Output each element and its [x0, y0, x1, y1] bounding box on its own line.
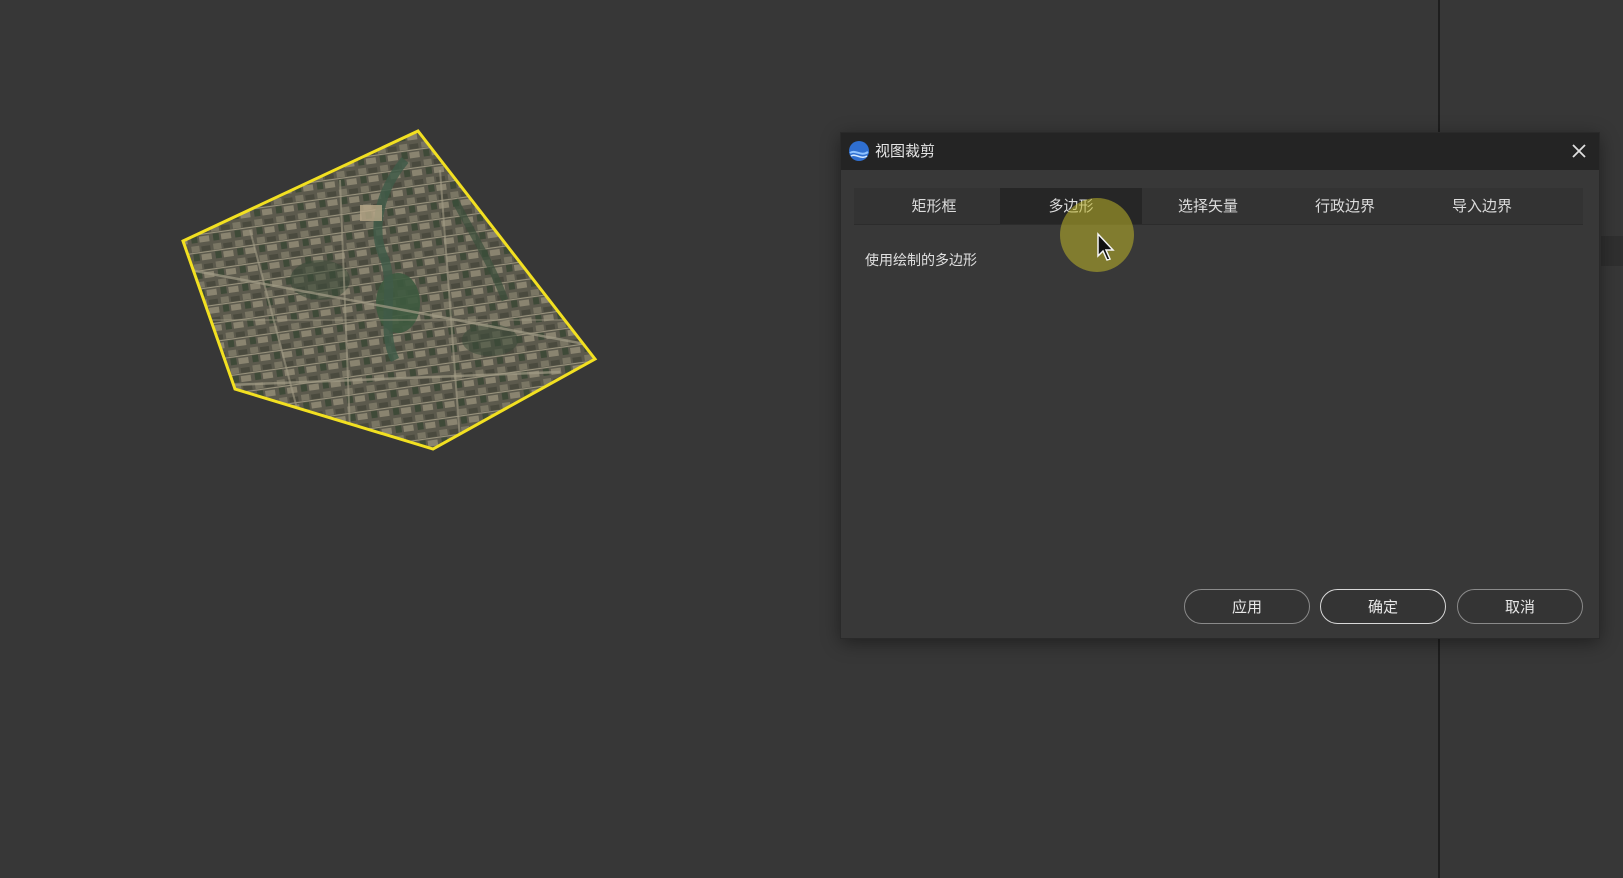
- mouse-pointer-icon: [1097, 232, 1115, 261]
- view-clip-dialog: 视图裁剪 矩形框 多边形 选择矢量 行政边界 导入边界 使用绘制的多边形 应用 …: [841, 133, 1599, 638]
- tab-admin-boundary[interactable]: 行政边界: [1274, 188, 1416, 224]
- dialog-titlebar[interactable]: 视图裁剪: [841, 133, 1599, 170]
- clip-mode-tabs: 矩形框 多边形 选择矢量 行政边界 导入边界: [854, 188, 1583, 225]
- clipped-satellite-image: [181, 129, 598, 451]
- tab-import-boundary[interactable]: 导入边界: [1411, 188, 1553, 224]
- globe-app-icon: [849, 141, 869, 161]
- tab-select-vector[interactable]: 选择矢量: [1137, 188, 1279, 224]
- close-icon[interactable]: [1567, 139, 1591, 163]
- tab-rectangle[interactable]: 矩形框: [863, 188, 1005, 224]
- cancel-button[interactable]: 取消: [1457, 589, 1583, 624]
- map-viewport[interactable]: 视图裁剪 矩形框 多边形 选择矢量 行政边界 导入边界 使用绘制的多边形 应用 …: [0, 0, 1623, 878]
- side-panel-edge: [1601, 236, 1623, 266]
- ok-button[interactable]: 确定: [1320, 589, 1446, 624]
- apply-button[interactable]: 应用: [1184, 589, 1310, 624]
- mode-description: 使用绘制的多边形: [865, 253, 977, 269]
- dialog-title: 视图裁剪: [875, 142, 936, 160]
